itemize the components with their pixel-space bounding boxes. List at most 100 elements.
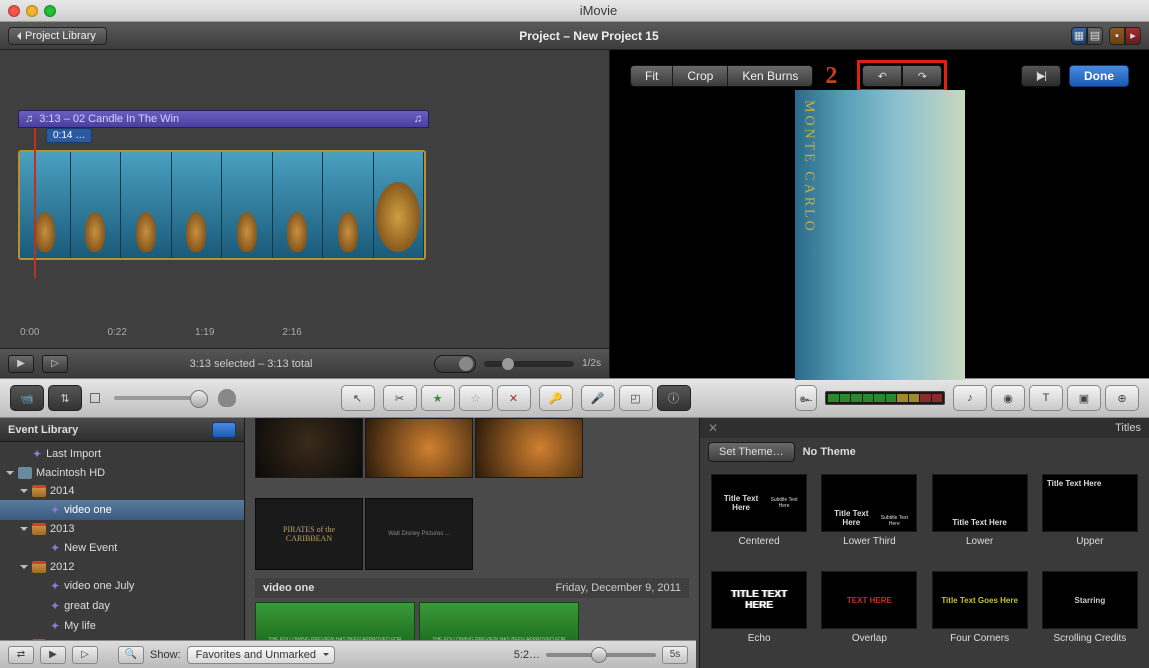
title-template-thumbnail[interactable]: Starring [1042, 571, 1138, 629]
footer-toggle-button[interactable]: ⇄ [8, 646, 34, 664]
disclosure-triangle-icon[interactable] [20, 527, 28, 535]
swap-events-button[interactable]: ⇅ [48, 385, 82, 411]
voiceover-button[interactable]: 🎤 [581, 385, 615, 411]
unmark-button[interactable]: ☆ [459, 385, 493, 411]
event-tree-item[interactable]: ✦Last Import [0, 444, 244, 464]
minimize-window-icon[interactable] [26, 5, 38, 17]
done-button[interactable]: Done [1069, 65, 1129, 87]
crop-button[interactable]: Crop [673, 66, 728, 86]
disclosure-triangle-icon[interactable] [6, 471, 14, 479]
people-icon[interactable] [218, 389, 236, 407]
window-titlebar: iMovie [0, 0, 1149, 22]
disclosure-triangle-icon[interactable] [20, 565, 28, 573]
import-camera-button[interactable]: 📹 [10, 385, 44, 411]
edit-tool-button[interactable]: ✂ [383, 385, 417, 411]
event-clip-thumbnail[interactable] [255, 418, 363, 478]
thumbnail-duration-slider[interactable] [546, 653, 656, 657]
title-template-thumbnail[interactable]: Title Text Here [932, 474, 1028, 532]
rotate-ccw-button[interactable]: ↶ [862, 65, 902, 87]
drive-toggle-button[interactable] [212, 422, 236, 438]
title-template-thumbnail[interactable]: Title Text HereSubtitle Text Here [711, 474, 807, 532]
title-template-item[interactable]: Title Text HereSubtitle Text HereLower T… [818, 474, 920, 563]
event-tree-item[interactable]: ✦video one [0, 500, 244, 520]
title-template-thumbnail[interactable]: TITLE TEXT HERE [711, 571, 807, 629]
event-tree-item[interactable]: ✦My life [0, 616, 244, 636]
marker-chapter-icon[interactable]: ▸ [1125, 27, 1141, 45]
title-template-item[interactable]: TEXT HEREOverlap [818, 571, 920, 660]
event-tree[interactable]: ✦Last ImportMacintosh HD2014✦video one20… [0, 442, 244, 668]
title-template-item[interactable]: Title Text Goes HereFour Corners [929, 571, 1031, 660]
ken-burns-button[interactable]: Ken Burns [728, 66, 812, 86]
event-tree-item[interactable]: ✦New Event [0, 538, 244, 558]
title-template-thumbnail[interactable]: Title Text Here [1042, 474, 1138, 532]
audio-track-clip[interactable]: ♫ 3:13 – 02 Candle In The Win ♫ [18, 110, 429, 128]
event-tree-item[interactable]: ✦great day [0, 596, 244, 616]
marker-comment-icon[interactable]: ▪ [1109, 27, 1125, 45]
event-tree-item[interactable]: 2012 [0, 558, 244, 576]
title-template-thumbnail[interactable]: Title Text Goes Here [932, 571, 1028, 629]
playhead-indicator[interactable] [34, 128, 36, 278]
reject-button[interactable]: ✕ [497, 385, 531, 411]
title-template-item[interactable]: Title Text HereLower [929, 474, 1031, 563]
disclosure-triangle-icon[interactable] [20, 489, 28, 497]
maps-browser-button[interactable]: ⊕ [1105, 385, 1139, 411]
event-clip-thumbnail[interactable] [365, 418, 473, 478]
favorite-button[interactable]: ★ [421, 385, 455, 411]
event-browser[interactable]: PIRATES of the CARIBBEAN Walt Disney Pic… [245, 418, 699, 668]
search-loupe-button[interactable]: 🔍 [118, 646, 144, 664]
title-template-thumbnail[interactable]: Title Text HereSubtitle Text Here [821, 474, 917, 532]
play-fullscreen-button[interactable]: |▶| [1021, 65, 1061, 87]
marker-segment[interactable]: ▪ ▸ [1109, 27, 1141, 45]
title-template-item[interactable]: Title Text Here Upper [1039, 474, 1141, 563]
timeline-zoom-slider[interactable] [484, 361, 574, 367]
project-library-back-button[interactable]: Project Library [8, 27, 107, 45]
title-template-thumbnail[interactable]: TEXT HERE [821, 571, 917, 629]
title-template-caption: Upper [1076, 536, 1103, 547]
project-toolbar: Project Library Project – New Project 15… [0, 22, 1149, 50]
title-template-item[interactable]: Title Text HereSubtitle Text HereCentere… [708, 474, 810, 563]
event-clip-thumbnail[interactable] [475, 418, 583, 478]
crop-mode-segment[interactable]: Fit Crop Ken Burns [630, 65, 813, 87]
transitions-browser-button[interactable]: ▣ [1067, 385, 1101, 411]
set-theme-button[interactable]: Set Theme… [708, 442, 795, 462]
rotate-cw-button[interactable]: ↷ [902, 65, 942, 87]
event-tree-item[interactable]: Macintosh HD [0, 464, 244, 482]
crop-tool-button[interactable]: ◰ [619, 385, 653, 411]
play-event-fullscreen-button[interactable]: ▷ [72, 646, 98, 664]
arrow-tool-button[interactable]: ↖ [341, 385, 375, 411]
preview-image[interactable]: MONTE CARLO [795, 90, 965, 380]
play-event-button[interactable]: ▶ [40, 646, 66, 664]
show-filter-select[interactable]: Favorites and Unmarked [187, 646, 335, 664]
event-clip-thumbnail[interactable]: PIRATES of the CARIBBEAN [255, 498, 363, 570]
play-button[interactable]: ▶ [8, 355, 34, 373]
close-window-icon[interactable] [8, 5, 20, 17]
view-list-icon[interactable]: ▤ [1087, 27, 1103, 45]
event-tree-item[interactable]: ✦video one July [0, 576, 244, 596]
event-tree-item[interactable]: 2014 [0, 482, 244, 500]
waveform-toggle[interactable] [434, 355, 476, 373]
music-browser-button[interactable]: ♪ [953, 385, 987, 411]
thumbnail-size-slider[interactable] [114, 396, 204, 400]
photo-browser-button[interactable]: ◉ [991, 385, 1025, 411]
keyword-tool-button[interactable]: 🔑 [539, 385, 573, 411]
inspector-button[interactable]: ⓘ [657, 385, 691, 411]
audio-skim-toggle[interactable]: ๛ [795, 385, 817, 411]
title-template-item[interactable]: StarringScrolling Credits [1039, 571, 1141, 660]
window-title: iMovie [56, 3, 1141, 18]
view-toggle-segment[interactable]: ▦ ▤ [1071, 27, 1103, 45]
fit-button[interactable]: Fit [631, 66, 673, 86]
zoom-window-icon[interactable] [44, 5, 56, 17]
play-selection-button[interactable]: ▷ [42, 355, 68, 373]
titles-grid[interactable]: Title Text HereSubtitle Text HereCentere… [700, 466, 1149, 668]
title-template-item[interactable]: TITLE TEXT HEREEcho [708, 571, 810, 660]
view-grid-icon[interactable]: ▦ [1071, 27, 1087, 45]
close-panel-button[interactable]: ✕ [708, 421, 722, 435]
video-clip[interactable] [18, 150, 426, 260]
event-clip-thumbnail[interactable]: Walt Disney Pictures ... [365, 498, 473, 570]
timeline-status: 3:13 selected – 3:13 total [76, 358, 426, 370]
project-timeline[interactable]: ♫ 3:13 – 02 Candle In The Win ♫ 0:14 … 0… [0, 50, 610, 378]
titles-browser-button[interactable]: T [1029, 385, 1063, 411]
event-tree-item[interactable]: 2013 [0, 520, 244, 538]
timeline-footer: ▶ ▷ 3:13 selected – 3:13 total 1/2s [0, 348, 609, 378]
event-item-label: Macintosh HD [36, 467, 105, 479]
